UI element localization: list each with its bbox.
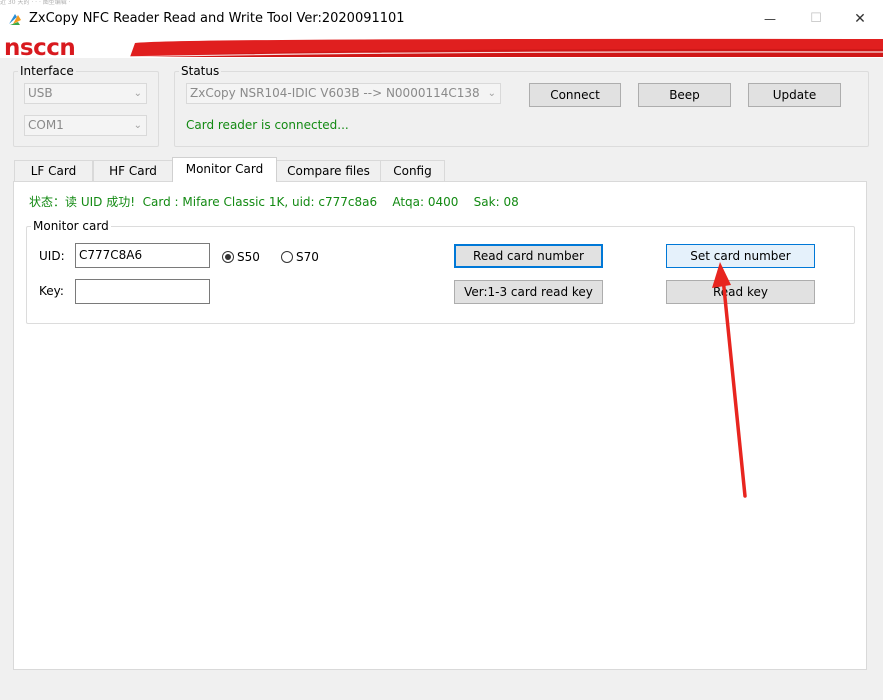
- close-button[interactable]: ✕: [837, 0, 883, 37]
- monitor-card-legend: Monitor card: [33, 219, 109, 233]
- maximize-icon: ☐: [810, 11, 822, 26]
- status-legend: Status: [181, 64, 220, 78]
- com-port-select[interactable]: COM1 ⌄: [24, 115, 147, 136]
- tab-monitor-card[interactable]: Monitor Card: [172, 157, 277, 182]
- brand-logo: nsccn: [4, 37, 76, 58]
- tab-hf-card[interactable]: HF Card: [93, 160, 173, 181]
- s50-label: S50: [237, 250, 260, 264]
- s50-radio[interactable]: [222, 251, 234, 263]
- read-key-button[interactable]: Read key: [666, 280, 815, 304]
- tab-compare-files[interactable]: Compare files: [276, 160, 381, 181]
- uid-label: UID:: [39, 249, 65, 263]
- window-title: ZxCopy NFC Reader Read and Write Tool Ve…: [29, 11, 405, 26]
- chevron-down-icon: ⌄: [133, 88, 142, 99]
- interface-type-value: USB: [28, 86, 53, 100]
- device-value: ZxCopy NSR104-IDIC V603B --> N0000114C13…: [190, 86, 480, 100]
- read-status-line: 状态：读 UID 成功! Card : Mifare Classic 1K, u…: [29, 195, 519, 209]
- set-card-number-button[interactable]: Set card number: [666, 244, 815, 268]
- monitor-card-group: Monitor card: [26, 219, 855, 324]
- brand-banner: nsccn: [0, 37, 883, 58]
- minimize-button[interactable]: —: [747, 0, 793, 37]
- radio-selected-dot: [225, 254, 231, 260]
- chevron-down-icon: ⌄: [133, 120, 142, 131]
- key-input[interactable]: [75, 279, 210, 304]
- close-icon: ✕: [854, 10, 866, 27]
- banner-swoosh: [119, 38, 883, 58]
- app-icon: [7, 11, 23, 27]
- update-button[interactable]: Update: [748, 83, 841, 107]
- tab-config[interactable]: Config: [380, 160, 445, 181]
- maximize-button[interactable]: ☐: [793, 0, 839, 37]
- beep-button[interactable]: Beep: [638, 83, 731, 107]
- background-strip-text: 近 30 天的 · · · 图型编辑 ·: [0, 0, 71, 5]
- com-port-value: COM1: [28, 118, 64, 132]
- tab-lf-card[interactable]: LF Card: [14, 160, 93, 181]
- device-select[interactable]: ZxCopy NSR104-IDIC V603B --> N0000114C13…: [186, 83, 501, 104]
- connect-button[interactable]: Connect: [529, 83, 621, 107]
- connection-status: Card reader is connected...: [186, 118, 349, 132]
- key-label: Key:: [39, 284, 64, 298]
- read-card-number-button[interactable]: Read card number: [454, 244, 603, 268]
- interface-type-select[interactable]: USB ⌄: [24, 83, 147, 104]
- s70-radio[interactable]: [281, 251, 293, 263]
- s70-label: S70: [296, 250, 319, 264]
- card-read-key-button[interactable]: Ver:1-3 card read key: [454, 280, 603, 304]
- minimize-icon: —: [764, 11, 776, 26]
- chevron-down-icon: ⌄: [487, 88, 496, 99]
- interface-legend: Interface: [20, 64, 74, 78]
- uid-input[interactable]: C777C8A6: [75, 243, 210, 268]
